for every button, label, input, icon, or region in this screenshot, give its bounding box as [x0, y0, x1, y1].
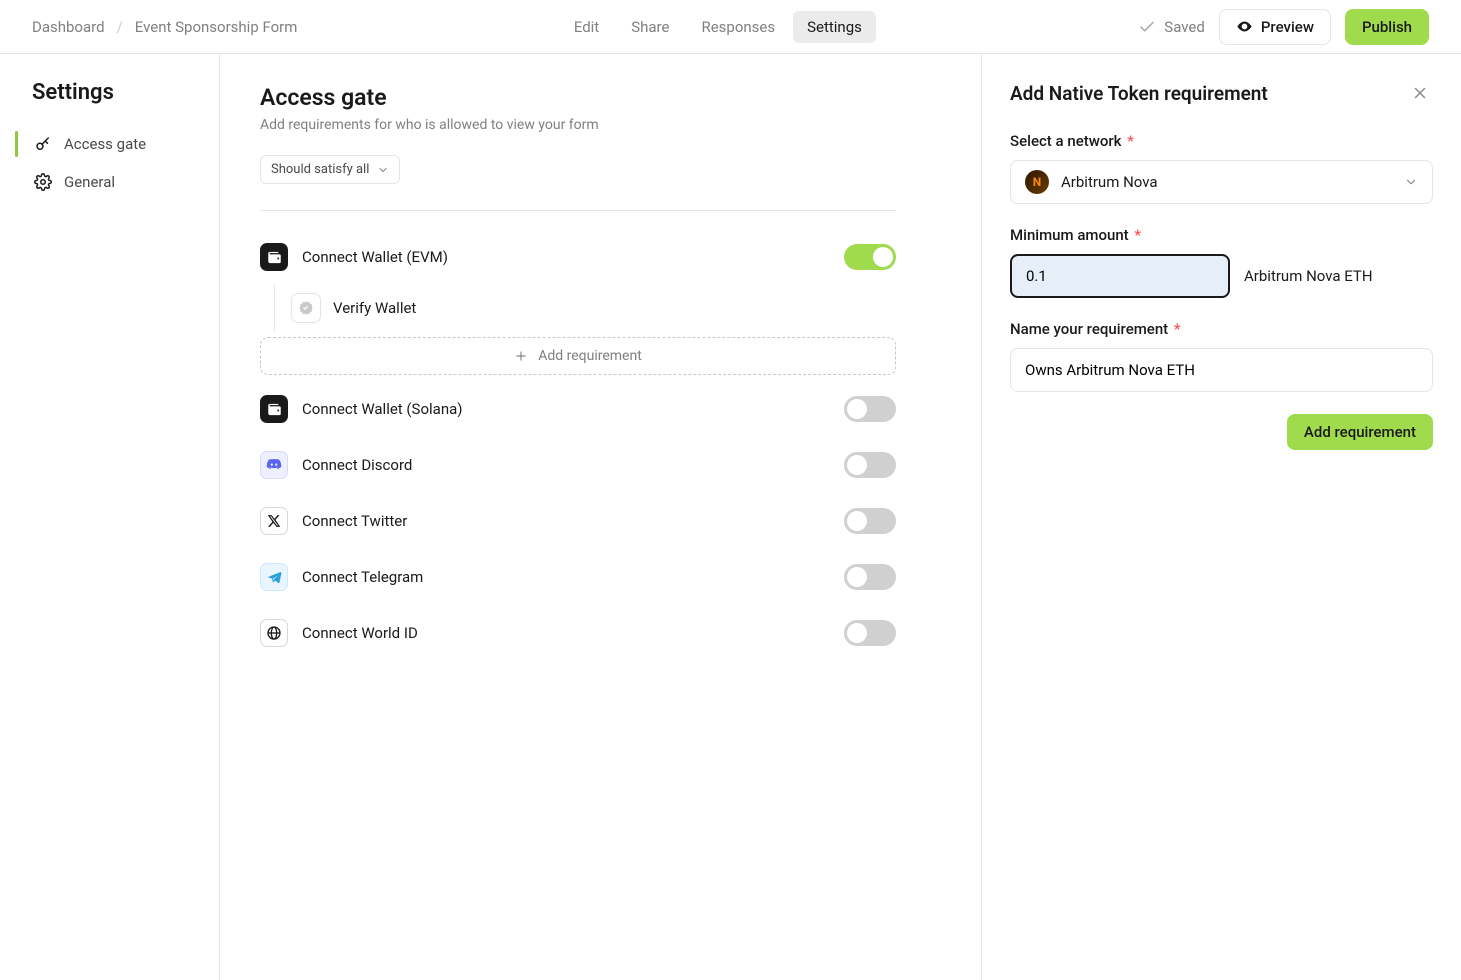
gate-label: Connect World ID	[302, 624, 844, 642]
discord-icon	[260, 451, 288, 479]
toggle-discord[interactable]	[844, 452, 896, 478]
saved-indicator: Saved	[1138, 18, 1205, 36]
satisfy-select-label: Should satisfy all	[271, 162, 369, 177]
tab-edit[interactable]: Edit	[560, 11, 613, 43]
sidebar-title: Settings	[32, 80, 219, 105]
chevron-down-icon	[1404, 175, 1418, 189]
sidebar-item-general[interactable]: General	[30, 163, 219, 201]
topbar: Dashboard / Event Sponsorship Form Edit …	[0, 0, 1461, 54]
wallet-icon	[260, 243, 288, 271]
telegram-icon	[260, 563, 288, 591]
close-button[interactable]	[1407, 80, 1433, 106]
arbitrum-nova-icon: N	[1025, 170, 1049, 194]
key-icon	[34, 135, 52, 153]
field-network: Select a network * N Arbitrum Nova	[1010, 132, 1433, 204]
add-requirement-submit-label: Add requirement	[1304, 423, 1416, 441]
x-icon	[260, 507, 288, 535]
gate-twitter: Connect Twitter	[260, 493, 896, 549]
amount-unit: Arbitrum Nova ETH	[1244, 267, 1373, 285]
gate-telegram: Connect Telegram	[260, 549, 896, 605]
verify-wallet-row: Verify Wallet	[291, 285, 896, 331]
tab-share[interactable]: Share	[617, 11, 683, 43]
gate-wallet-evm: Connect Wallet (EVM) Verify Wallet	[260, 229, 896, 375]
sidebar-item-access-gate[interactable]: Access gate	[30, 125, 219, 163]
wallet-icon	[260, 395, 288, 423]
name-label: Name your requirement	[1010, 320, 1168, 338]
add-requirement-button[interactable]: Add requirement	[260, 337, 896, 375]
gate-worldid: Connect World ID	[260, 605, 896, 661]
required-asterisk: *	[1174, 320, 1181, 338]
eye-icon	[1236, 18, 1253, 35]
chevron-down-icon	[377, 164, 389, 176]
gate-wallet-solana: Connect Wallet (Solana)	[260, 381, 896, 437]
right-panel: Add Native Token requirement Select a ne…	[981, 54, 1461, 980]
tab-settings[interactable]: Settings	[793, 11, 876, 43]
gate-label: Connect Telegram	[302, 568, 844, 586]
sidebar-active-indicator	[15, 131, 18, 157]
top-tabs: Edit Share Responses Settings	[297, 11, 1138, 43]
plus-icon	[514, 349, 528, 363]
wallet-evm-subblock: Verify Wallet	[274, 285, 896, 331]
field-requirement-name: Name your requirement *	[1010, 320, 1433, 392]
world-icon	[260, 619, 288, 647]
gate-list: Connect Wallet (EVM) Verify Wallet	[260, 210, 896, 661]
tab-responses[interactable]: Responses	[687, 11, 789, 43]
gate-label: Connect Twitter	[302, 512, 844, 530]
gear-icon	[34, 173, 52, 191]
page-subtitle: Add requirements for who is allowed to v…	[260, 117, 941, 133]
toggle-wallet-evm[interactable]	[844, 244, 896, 270]
preview-label: Preview	[1261, 18, 1314, 36]
amount-input[interactable]	[1010, 254, 1230, 298]
satisfy-select[interactable]: Should satisfy all	[260, 155, 400, 184]
topbar-right: Saved Preview Publish	[1138, 9, 1429, 45]
preview-button[interactable]: Preview	[1219, 9, 1331, 45]
field-amount: Minimum amount * Arbitrum Nova ETH	[1010, 226, 1433, 298]
check-icon	[1138, 18, 1156, 36]
breadcrumb: Dashboard / Event Sponsorship Form	[32, 18, 297, 36]
requirement-name-input[interactable]	[1010, 348, 1433, 392]
required-asterisk: *	[1134, 226, 1141, 244]
required-asterisk: *	[1127, 132, 1134, 150]
gate-discord: Connect Discord	[260, 437, 896, 493]
toggle-twitter[interactable]	[844, 508, 896, 534]
gate-label: Connect Discord	[302, 456, 844, 474]
breadcrumb-dashboard[interactable]: Dashboard	[32, 18, 105, 36]
toggle-wallet-solana[interactable]	[844, 396, 896, 422]
toggle-worldid[interactable]	[844, 620, 896, 646]
publish-button[interactable]: Publish	[1345, 9, 1429, 45]
gate-label: Connect Wallet (Solana)	[302, 400, 844, 418]
network-select[interactable]: N Arbitrum Nova	[1010, 160, 1433, 204]
sidebar-item-label: General	[64, 173, 115, 191]
divider	[260, 210, 896, 211]
publish-label: Publish	[1362, 18, 1412, 36]
sidebar-item-label: Access gate	[64, 135, 146, 153]
page-title: Access gate	[260, 84, 941, 111]
verify-badge-icon	[291, 293, 321, 323]
breadcrumb-form-name[interactable]: Event Sponsorship Form	[135, 18, 298, 36]
sidebar: Settings Access gate General	[0, 54, 220, 980]
main-content: Access gate Add requirements for who is …	[220, 54, 981, 980]
close-icon	[1411, 84, 1429, 102]
saved-label: Saved	[1164, 18, 1205, 36]
verify-wallet-label: Verify Wallet	[333, 299, 416, 317]
toggle-telegram[interactable]	[844, 564, 896, 590]
breadcrumb-separator: /	[117, 18, 123, 36]
gate-label: Connect Wallet (EVM)	[302, 248, 844, 266]
add-requirement-submit-button[interactable]: Add requirement	[1287, 414, 1433, 450]
network-label: Select a network	[1010, 132, 1122, 150]
add-requirement-label: Add requirement	[538, 348, 642, 364]
right-panel-title: Add Native Token requirement	[1010, 82, 1268, 105]
network-value: Arbitrum Nova	[1061, 173, 1158, 191]
amount-label: Minimum amount	[1010, 226, 1129, 244]
